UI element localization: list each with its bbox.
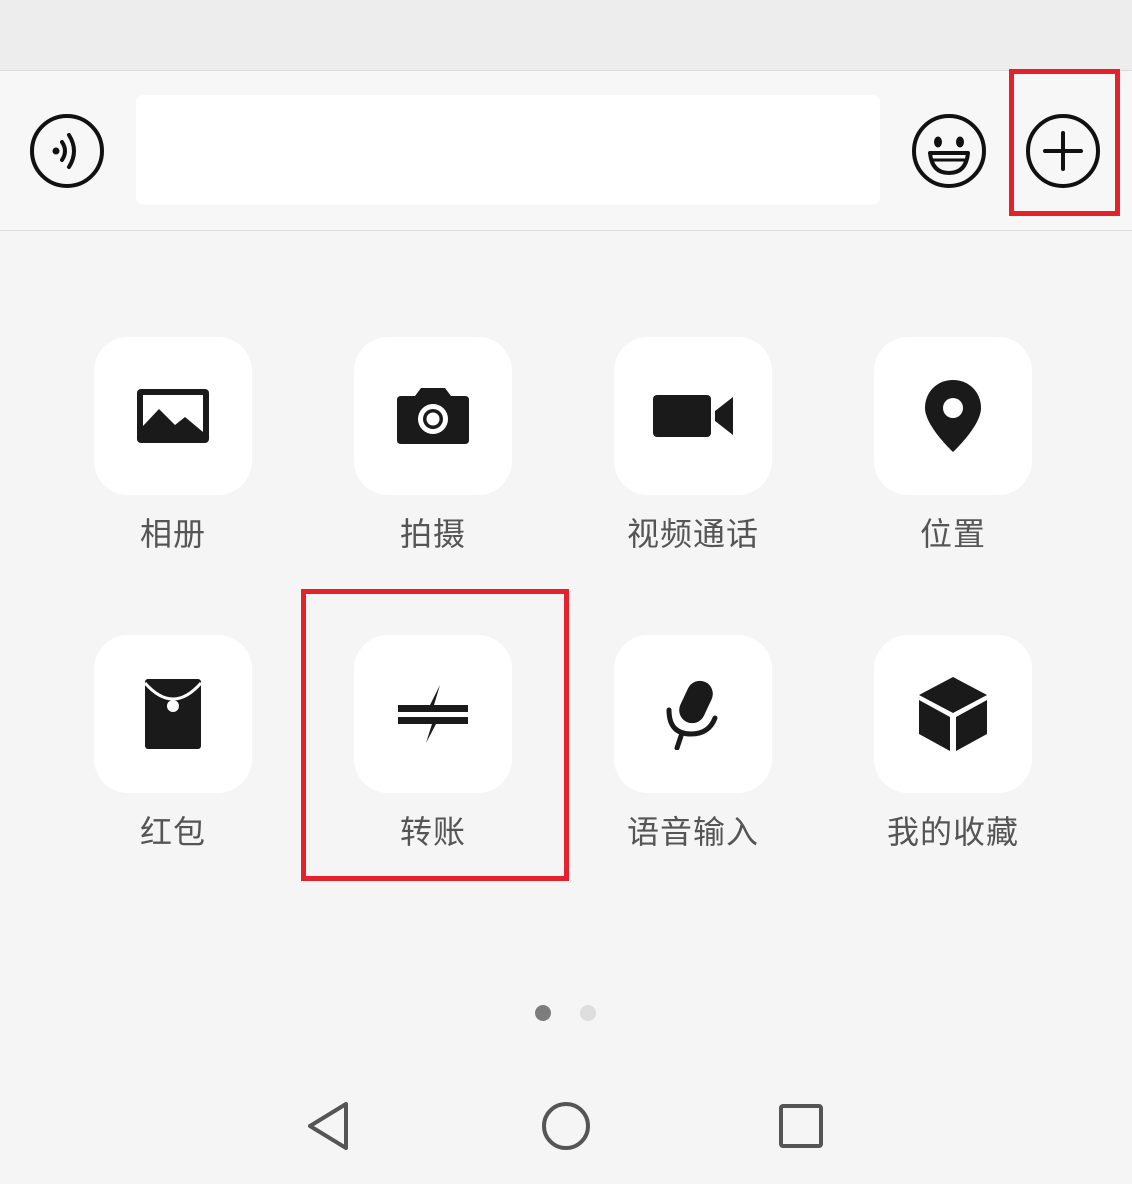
transfer-icon: [398, 685, 468, 743]
panel-item-label: 语音输入: [626, 813, 759, 851]
panel-item-camera[interactable]: 拍摄: [333, 337, 533, 577]
more-functions-button[interactable]: [1025, 113, 1101, 189]
panel-item-video-call[interactable]: 视频通话: [593, 337, 793, 577]
transfer-tile[interactable]: [354, 635, 512, 793]
voice-wave-icon: [30, 114, 104, 188]
system-recents-button[interactable]: [773, 1098, 829, 1154]
panel-item-label: 相册: [139, 515, 206, 553]
favorites-cube-icon: [919, 677, 987, 751]
home-circle-icon: [542, 1102, 590, 1150]
panel-item-voice-input[interactable]: 语音输入: [593, 635, 793, 875]
album-tile[interactable]: [94, 337, 252, 495]
video-call-tile[interactable]: [614, 337, 772, 495]
panel-item-label: 视频通话: [626, 515, 759, 553]
favorites-tile[interactable]: [874, 635, 1032, 793]
panel-item-album[interactable]: 相册: [73, 337, 273, 577]
red-packet-tile[interactable]: [94, 635, 252, 793]
location-tile[interactable]: [874, 337, 1032, 495]
video-camera-icon: [653, 395, 733, 437]
photo-album-icon: [137, 389, 209, 443]
plus-circle-icon: [1026, 114, 1100, 188]
system-back-button[interactable]: [302, 1098, 358, 1154]
smiley-icon: [912, 114, 986, 188]
page-indicator-dot-active[interactable]: [535, 1005, 551, 1021]
panel-item-favorites[interactable]: 我的收藏: [853, 635, 1053, 875]
voice-input-toggle-button[interactable]: [29, 113, 105, 189]
panel-item-label: 转账: [399, 813, 466, 851]
microphone-icon: [666, 680, 718, 750]
panel-item-label: 拍摄: [399, 515, 466, 553]
panel-item-transfer[interactable]: 转账: [333, 635, 533, 875]
camera-tile[interactable]: [354, 337, 512, 495]
top-strip: [0, 0, 1132, 71]
panel-item-label: 我的收藏: [886, 813, 1019, 851]
back-triangle-icon: [308, 1102, 348, 1150]
panel-item-label: 红包: [139, 813, 206, 851]
location-pin-icon: [925, 380, 981, 452]
system-home-button[interactable]: [538, 1098, 594, 1154]
panel-item-location[interactable]: 位置: [853, 337, 1053, 577]
panel-item-label: 位置: [919, 515, 986, 553]
recents-square-icon: [779, 1104, 823, 1148]
page-indicator-dot[interactable]: [580, 1005, 596, 1021]
panel-item-red-packet[interactable]: 红包: [73, 635, 273, 875]
emoji-button[interactable]: [911, 113, 987, 189]
camera-icon: [397, 388, 469, 444]
voice-input-tile[interactable]: [614, 635, 772, 793]
message-text-input[interactable]: [136, 95, 880, 205]
red-packet-icon: [143, 679, 203, 749]
